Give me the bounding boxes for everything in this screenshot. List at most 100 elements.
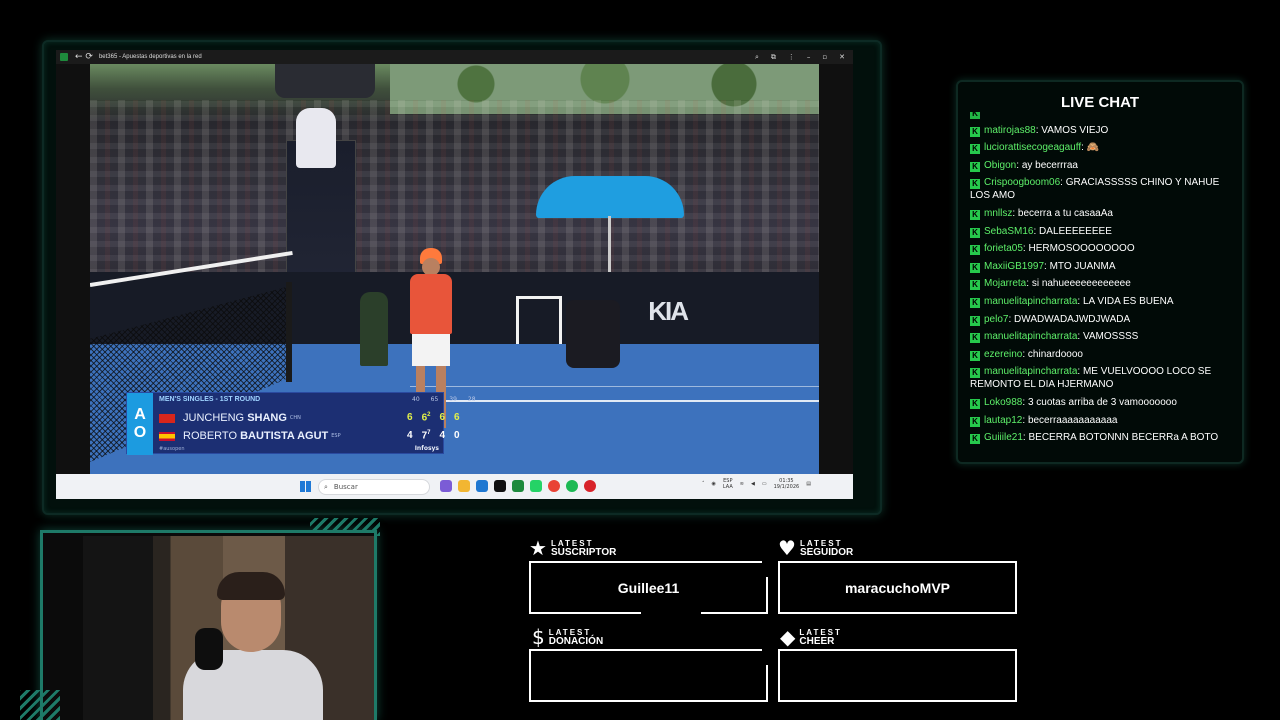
latest-subscriber-box: Guillee11 (529, 561, 768, 614)
kick-badge-icon: K (970, 333, 980, 344)
tiebreak-score: 2 (427, 412, 431, 419)
battery-icon[interactable]: ▭ (762, 481, 767, 487)
menu-icon[interactable]: ⋮ (788, 53, 795, 62)
tennis-video-player[interactable]: KIA A O MEN'S SINGLES - 1ST ROUND 40 65 (90, 64, 819, 474)
latest-cheer-box (778, 649, 1017, 702)
taskbar-search[interactable]: ⌕ Buscar (318, 479, 430, 495)
chat-username[interactable]: manuelitapincharrata (984, 296, 1077, 307)
set-score-tiebreak: 77 (422, 430, 431, 441)
chat-message: Kmatirojas88: VAMOS VIEJO (970, 124, 1234, 137)
court-sponsor-logo: KIA (648, 296, 689, 326)
chat-text: DWADWADAJWDJWADA (1014, 313, 1131, 325)
zoom-icon[interactable]: ⌕ (755, 53, 759, 62)
chat-username[interactable]: forieta05 (984, 243, 1023, 254)
diamond-icon: ◆ (780, 625, 796, 649)
kick-badge-icon: K (970, 398, 980, 409)
stat-value: 65 (430, 396, 439, 403)
chat-username[interactable]: luciorattisecogeagauff (984, 142, 1081, 153)
tiktok-icon[interactable] (494, 480, 506, 492)
browser-nav-icons[interactable]: ← ⟳ (75, 50, 93, 64)
player-chair (516, 296, 562, 344)
minimize-icon[interactable]: – (807, 53, 811, 62)
set-score: 6 (439, 412, 446, 424)
chat-username[interactable]: Mojarreta (984, 278, 1026, 289)
notification-icon[interactable]: ▤ (806, 481, 811, 487)
chat-username[interactable]: ezereino (984, 349, 1022, 360)
live-chat-panel: LIVE CHAT K Kmatirojas88: VAMOS VIEJO Klu… (956, 80, 1244, 464)
chat-username[interactable]: SebaSM16 (984, 226, 1033, 237)
player2-scores: 4 77 4 0 (407, 430, 460, 441)
latest-follower-name: maracuchoMVP (844, 579, 951, 596)
china-flag-icon (159, 413, 175, 423)
chrome-icon[interactable] (548, 480, 560, 492)
chat-username[interactable]: Crispoogboom06 (984, 177, 1060, 188)
latest-follower-header: ♥ LATEST SEGUIDOR (778, 538, 853, 558)
chat-username[interactable]: manuelitapincharrata (984, 331, 1077, 342)
kick-badge-icon: K (970, 262, 980, 273)
chat-username[interactable]: Obigon (984, 160, 1016, 171)
obs-icon[interactable] (584, 480, 596, 492)
stat-value: 40 (412, 396, 420, 403)
chat-username[interactable]: MaxiiGB1997 (984, 261, 1044, 272)
microphone-icon[interactable]: ◉ (712, 481, 716, 487)
chat-message: K Mojarreta: si nahueeeeeeeeeeee (970, 277, 1234, 291)
player2-nationality: ESP (331, 433, 341, 439)
player-shorts (412, 334, 450, 366)
share-icon[interactable]: ⧉ (771, 53, 776, 62)
chat-text: DALEEEEEEEE (1039, 225, 1112, 237)
kick-badge-icon: K (970, 209, 980, 220)
set-score: 6 (407, 412, 413, 424)
chat-username[interactable]: Guiiile21 (984, 432, 1023, 443)
chat-username[interactable]: Loko988 (984, 397, 1022, 408)
search-icon: ⌕ (324, 482, 328, 491)
latest-follower-box: maracuchoMVP (778, 561, 1017, 614)
windows-start-icon[interactable] (300, 481, 311, 492)
browser-title: bet365 - Apuestas deportivas en la red (98, 54, 202, 60)
browser-titlebar: ← ⟳ bet365 - Apuestas deportivas en la r… (56, 50, 853, 64)
kick-badge-icon: K (970, 144, 980, 155)
chat-username[interactable]: manuelitapincharrata (984, 366, 1077, 377)
kick-badge-icon: K (970, 280, 980, 291)
chevron-up-icon[interactable]: ˄ (702, 481, 705, 487)
latest-donation-label: LATEST DONACIÓN (549, 628, 603, 647)
store-icon[interactable] (476, 480, 488, 492)
spain-flag-icon (159, 431, 175, 441)
chat-username[interactable]: matirojas88 (984, 125, 1036, 136)
bet365-app-icon[interactable] (512, 480, 524, 492)
chat-username[interactable]: pelo7 (984, 314, 1008, 325)
chat-username[interactable]: mnllsz (984, 208, 1012, 219)
latest-cheer-header: ◆ LATEST CHEER (780, 627, 842, 647)
whatsapp-icon[interactable] (530, 480, 542, 492)
windows-taskbar: ⌕ Buscar ˄ ◉ ESP LAA ≋ ◀ ▭ 01:35 19/1/20… (56, 474, 853, 499)
kick-badge-icon: K (970, 297, 980, 308)
chat-message: K Guiiile21: BECERRA BOTONNN BECERRa A BO… (970, 431, 1234, 445)
file-explorer-icon[interactable] (458, 480, 470, 492)
clock-date: 19/1/2026 (773, 484, 800, 490)
latest-subscriber-header: ★ LATEST SUSCRIPTOR (529, 538, 616, 558)
chat-message: K SebaSM16: DALEEEEEEEE (970, 225, 1234, 238)
umpire (296, 108, 336, 168)
set-score-tiebreak: 62 (422, 412, 431, 423)
match-stats: 40 65 39 28 (412, 396, 482, 403)
chat-text: VAMOS VIEJO (1041, 124, 1109, 136)
clock[interactable]: 01:35 19/1/2026 (774, 478, 800, 490)
chat-message: Kmanuelitapincharrata: VAMOSSSS (970, 330, 1234, 344)
language-indicator[interactable]: ESP LAA (723, 478, 733, 490)
scoreboard-sponsor: Infosys (414, 445, 439, 452)
chat-message: K Loko988: 3 cuotas arriba de 3 vamoooooo… (970, 396, 1234, 409)
chat-messages[interactable]: K Kmatirojas88: VAMOS VIEJO Kluciorattise… (970, 112, 1234, 452)
player1-scores: 6 62 6 6 (407, 412, 460, 423)
wifi-icon[interactable]: ≋ (740, 481, 744, 487)
copilot-icon[interactable] (440, 480, 452, 492)
spotify-icon[interactable] (566, 480, 578, 492)
bet365-favicon-icon (60, 53, 68, 61)
chat-username[interactable]: lautap12 (984, 415, 1022, 426)
maximize-icon[interactable]: ▫ (822, 53, 827, 62)
volume-icon[interactable]: ◀ (751, 481, 755, 487)
stat-value: 28 (467, 396, 476, 403)
chat-text: becerraaaaaaaaaaa (1027, 414, 1118, 426)
player2-first: ROBERTO (183, 430, 237, 442)
webcam-feed (83, 536, 374, 720)
chat-text: 3 cuotas arriba de 3 vamooooooo (1027, 396, 1177, 408)
close-icon[interactable]: ✕ (839, 53, 845, 62)
